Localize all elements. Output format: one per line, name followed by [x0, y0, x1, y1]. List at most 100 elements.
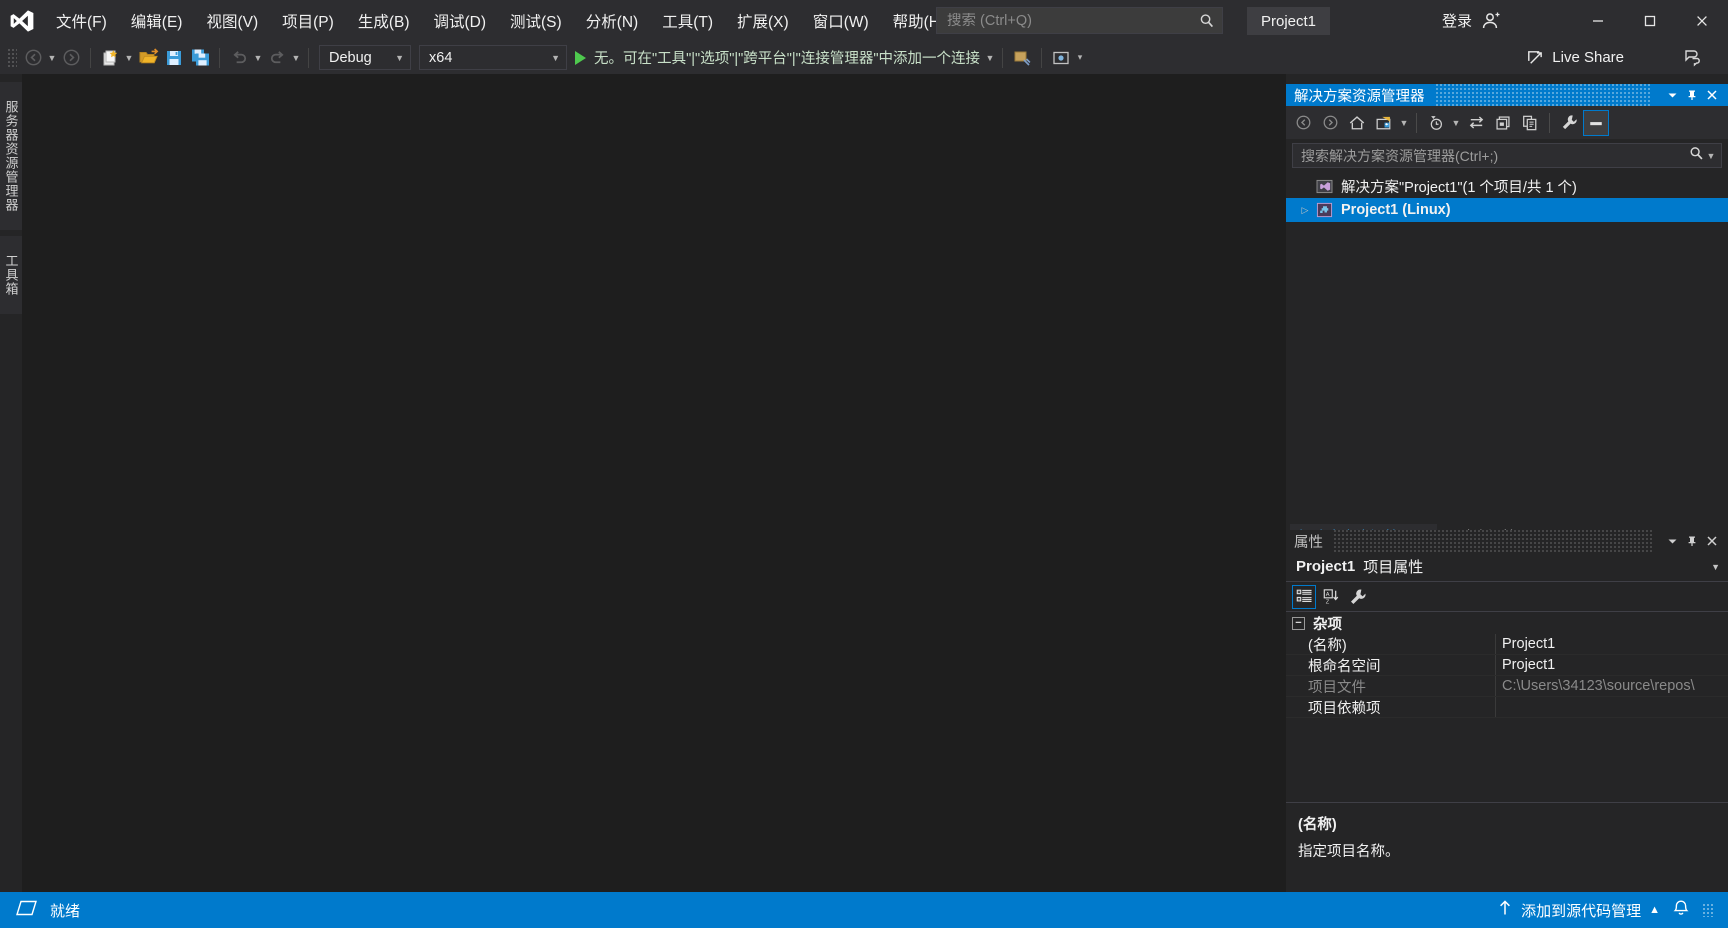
preview-window-button[interactable]: [1048, 45, 1074, 71]
project-expand-twisty-icon[interactable]: ▷: [1296, 205, 1314, 216]
titlebar-drag-dots[interactable]: [1434, 84, 1652, 106]
se-toolbar-separator: [1416, 112, 1417, 133]
tree-row-solution[interactable]: 解决方案"Project1"(1 个项目/共 1 个): [1286, 174, 1728, 198]
menu-file[interactable]: 文件(F): [44, 0, 119, 41]
properties-window-menu-button[interactable]: [1662, 531, 1682, 551]
toolbar-grip[interactable]: [7, 47, 17, 68]
table-row[interactable]: 项目依赖项: [1286, 697, 1728, 718]
properties-categorized-button[interactable]: [1292, 584, 1316, 609]
new-project-button[interactable]: [97, 45, 123, 71]
table-row[interactable]: (名称) Project1: [1286, 634, 1728, 655]
search-icon: [1200, 13, 1214, 27]
status-bar-right: 添加到源代码管理 ▲: [1497, 899, 1728, 922]
sidebar-item-server-explorer[interactable]: 服务器资源管理器: [0, 82, 22, 230]
new-project-caret-icon[interactable]: ▼: [123, 53, 135, 63]
maximize-button[interactable]: [1624, 0, 1676, 41]
minimize-button[interactable]: [1572, 0, 1624, 41]
chevron-down-icon[interactable]: ▼: [1711, 562, 1720, 572]
menu-test[interactable]: 测试(S): [498, 0, 574, 41]
properties-alphabetical-button[interactable]: A Z: [1319, 585, 1343, 609]
menu-analyze[interactable]: 分析(N): [574, 0, 651, 41]
menu-window[interactable]: 窗口(W): [801, 0, 881, 41]
se-new-folder-caret-icon[interactable]: ▼: [1398, 118, 1410, 128]
menu-edit[interactable]: 编辑(E): [119, 0, 195, 41]
property-key: 根命名空间: [1286, 655, 1496, 675]
solution-explorer-search-box[interactable]: ▼: [1292, 143, 1722, 168]
menu-view[interactable]: 视图(V): [194, 0, 270, 41]
se-forward-icon[interactable]: [1317, 110, 1343, 136]
solution-explorer-close-button[interactable]: [1702, 85, 1722, 105]
se-pending-changes-icon[interactable]: [1423, 110, 1449, 136]
se-new-folder-icon[interactable]: [1371, 110, 1397, 136]
attach-to-process-button[interactable]: [1009, 45, 1035, 71]
menu-build[interactable]: 生成(B): [346, 0, 422, 41]
solution-platform-combo[interactable]: x64 ▼: [419, 45, 567, 70]
properties-drag-dots[interactable]: [1333, 530, 1652, 552]
chevron-up-icon[interactable]: ▲: [1649, 904, 1660, 916]
menu-project[interactable]: 项目(P): [270, 0, 346, 41]
se-collapse-all-icon[interactable]: [1583, 109, 1609, 136]
solution-icon: [1314, 178, 1334, 195]
undo-caret-icon[interactable]: ▼: [252, 53, 264, 63]
navigate-backward-caret-icon[interactable]: ▼: [46, 53, 58, 63]
send-feedback-button[interactable]: [1682, 47, 1702, 72]
redo-caret-icon[interactable]: ▼: [290, 53, 302, 63]
properties-close-button[interactable]: [1702, 531, 1722, 551]
save-button[interactable]: [161, 45, 187, 71]
sidebar-item-toolbox[interactable]: 工具箱: [0, 236, 22, 314]
active-project-badge[interactable]: Project1: [1247, 7, 1331, 35]
standard-toolbar: ▼ ▼ ▼ ▼ Debug ▼ x64 ▼ 无。可在"工具"|"选项"|"跨平台…: [0, 41, 1728, 74]
global-search-input[interactable]: [947, 12, 1198, 29]
solution-tree: 解决方案"Project1"(1 个项目/共 1 个) ▷ Project1 (…: [1286, 172, 1728, 222]
search-icon: [1688, 145, 1705, 167]
table-row[interactable]: 根命名空间 Project1: [1286, 655, 1728, 676]
property-value[interactable]: Project1: [1496, 636, 1728, 652]
start-debugging-button[interactable]: 无。可在"工具"|"选项"|"跨平台"|"连接管理器"中添加一个连接: [571, 45, 984, 71]
se-home-icon[interactable]: [1344, 110, 1370, 136]
properties-property-pages-button[interactable]: [1346, 585, 1370, 609]
toolbar-overflow-icon[interactable]: ▾: [1074, 52, 1086, 63]
search-options-caret-icon[interactable]: ▼: [1705, 151, 1717, 161]
menu-tools[interactable]: 工具(T): [650, 0, 725, 41]
property-key: (名称): [1286, 634, 1496, 654]
category-expander-icon[interactable]: −: [1292, 616, 1305, 630]
properties-category-misc[interactable]: − 杂项: [1286, 612, 1728, 634]
properties-object-selector[interactable]: Project1 项目属性 ▼: [1286, 552, 1728, 582]
notifications-button[interactable]: [1672, 899, 1690, 922]
property-value[interactable]: Project1: [1496, 657, 1728, 673]
navigate-backward-button[interactable]: [20, 45, 46, 71]
resize-grip[interactable]: [1702, 903, 1714, 917]
sign-in-area[interactable]: 登录: [1442, 0, 1500, 41]
visual-studio-window: 文件(F) 编辑(E) 视图(V) 项目(P) 生成(B) 调试(D) 测试(S…: [0, 0, 1728, 928]
se-view-code-icon[interactable]: [1517, 110, 1543, 136]
menu-debug[interactable]: 调试(D): [421, 0, 498, 41]
start-debugging-caret-icon[interactable]: ▼: [984, 53, 996, 63]
save-all-button[interactable]: [187, 45, 213, 71]
se-properties-wrench-icon[interactable]: [1556, 110, 1582, 136]
toolbar-separator-4: [1001, 47, 1003, 68]
properties-pin-button[interactable]: [1682, 531, 1702, 551]
se-pending-changes-caret-icon[interactable]: ▼: [1450, 118, 1462, 128]
live-share-button[interactable]: Live Share: [1525, 41, 1624, 74]
open-file-button[interactable]: [135, 45, 161, 71]
undo-button[interactable]: [226, 45, 252, 71]
se-sync-with-active-document-icon[interactable]: [1463, 110, 1489, 136]
se-show-all-files-icon[interactable]: [1490, 110, 1516, 136]
solution-explorer-window-menu-button[interactable]: [1662, 85, 1682, 105]
solution-explorer-search-input[interactable]: [1301, 147, 1688, 164]
tree-row-project[interactable]: ▷ Project1 (Linux): [1286, 198, 1728, 222]
global-search-box[interactable]: [936, 7, 1223, 34]
solution-explorer-pin-button[interactable]: [1682, 85, 1702, 105]
solution-configuration-combo[interactable]: Debug ▼: [319, 45, 411, 70]
table-row[interactable]: 项目文件 C:\Users\34123\source\repos\: [1286, 676, 1728, 697]
close-button[interactable]: [1676, 0, 1728, 41]
add-to-source-control-button[interactable]: 添加到源代码管理 ▲: [1497, 899, 1660, 921]
solution-explorer-body: ▼ ▼ 搜索解决方案资源管理器(Ctrl+;) ▼ 解决方案"Project1"…: [1286, 106, 1728, 548]
se-back-icon[interactable]: [1290, 110, 1316, 136]
right-tool-dock: 解决方案资源管理器 ▼ ▼ 搜索解决方案资源管理器(Ctrl+;) ▼ 解决方案…: [1286, 84, 1728, 892]
toolbar-separator-3: [308, 47, 309, 68]
redo-button[interactable]: [264, 45, 290, 71]
navigate-forward-button[interactable]: [58, 45, 84, 71]
solution-explorer-titlebar: 解决方案资源管理器: [1286, 84, 1728, 106]
menu-extensions[interactable]: 扩展(X): [725, 0, 801, 41]
